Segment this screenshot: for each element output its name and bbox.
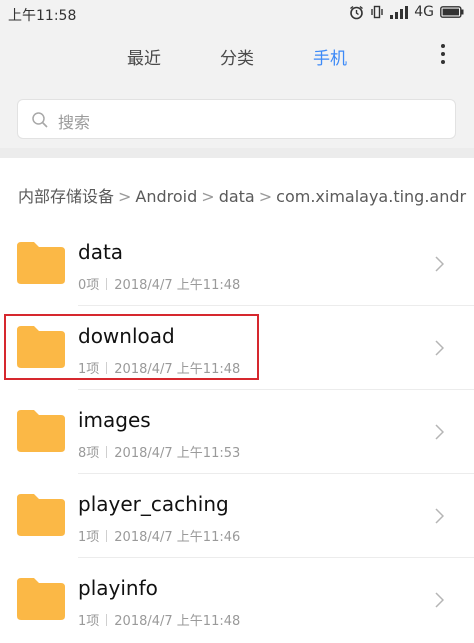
breadcrumb-internal-storage[interactable]: 内部存储设备 xyxy=(18,187,114,206)
folder-row-playinfo[interactable]: playinfo 1项 2018/4/7 上午11:48 xyxy=(0,558,474,642)
folder-item-count: 1项 xyxy=(78,530,100,545)
battery-icon xyxy=(440,6,464,18)
signal-icon xyxy=(390,5,409,19)
breadcrumb-separator-icon: > xyxy=(118,187,132,206)
folder-item-count: 1项 xyxy=(78,614,100,629)
top-area: 上午11:58 4G 最近 分类 手机 搜索 xyxy=(0,0,474,148)
folder-list: data 0项 2018/4/7 上午11:48 download 1项 2018/… xyxy=(0,222,474,642)
folder-meta: 8项 2018/4/7 上午11:53 xyxy=(78,442,240,461)
folder-row-images[interactable]: images 8项 2018/4/7 上午11:53 xyxy=(0,390,474,474)
vibrate-icon xyxy=(371,5,383,19)
breadcrumb: 内部存储设备 > Android > data > com.ximalaya.ting.an… xyxy=(18,183,468,207)
folder-row-data[interactable]: data 0项 2018/4/7 上午11:48 xyxy=(0,222,474,306)
folder-icon xyxy=(17,578,65,620)
chevron-right-icon xyxy=(435,256,444,272)
breadcrumb-current[interactable]: com.ximalaya.ting.andr xyxy=(276,187,466,206)
folder-date: 2018/4/7 上午11:53 xyxy=(114,446,241,461)
folder-item-count: 0项 xyxy=(78,278,100,293)
status-bar: 上午11:58 4G xyxy=(0,0,474,26)
folder-date: 2018/4/7 上午11:48 xyxy=(114,614,241,629)
chevron-right-icon xyxy=(435,340,444,356)
breadcrumb-separator-icon: > xyxy=(201,187,215,206)
section-divider xyxy=(0,148,474,158)
folder-name: playinfo xyxy=(78,576,158,600)
folder-meta: 1项 2018/4/7 上午11:46 xyxy=(78,526,240,545)
chevron-right-icon xyxy=(435,592,444,608)
folder-date: 2018/4/7 上午11:46 xyxy=(114,530,241,545)
folder-icon xyxy=(17,242,65,284)
tab-phone[interactable]: 手机 xyxy=(313,44,347,69)
folder-name: player_caching xyxy=(78,492,229,516)
tab-bar: 最近 分类 手机 xyxy=(0,38,474,78)
folder-item-count: 8项 xyxy=(78,446,100,461)
folder-row-player-caching[interactable]: player_caching 1项 2018/4/7 上午11:46 xyxy=(0,474,474,558)
chevron-right-icon xyxy=(435,508,444,524)
tab-category[interactable]: 分类 xyxy=(220,44,254,69)
folder-name: images xyxy=(78,408,151,432)
status-icons: 4G xyxy=(349,4,464,20)
folder-meta: 0项 2018/4/7 上午11:48 xyxy=(78,274,240,293)
network-type: 4G xyxy=(414,4,434,20)
chevron-right-icon xyxy=(435,424,444,440)
highlight-frame xyxy=(4,314,259,380)
search-icon xyxy=(32,112,48,128)
search-placeholder: 搜索 xyxy=(58,113,91,132)
folder-icon xyxy=(17,494,65,536)
folder-date: 2018/4/7 上午11:48 xyxy=(114,278,241,293)
alarm-icon xyxy=(350,5,364,19)
folder-meta: 1项 2018/4/7 上午11:48 xyxy=(78,610,240,629)
breadcrumb-android[interactable]: Android xyxy=(135,187,197,206)
more-icon[interactable] xyxy=(440,44,446,70)
breadcrumb-separator-icon: > xyxy=(258,187,273,206)
search-input[interactable]: 搜索 xyxy=(17,99,456,139)
status-time: 上午11:58 xyxy=(8,8,77,24)
folder-icon xyxy=(17,410,65,452)
tab-recent[interactable]: 最近 xyxy=(127,44,161,69)
folder-name: data xyxy=(78,240,124,264)
breadcrumb-data[interactable]: data xyxy=(219,187,255,206)
